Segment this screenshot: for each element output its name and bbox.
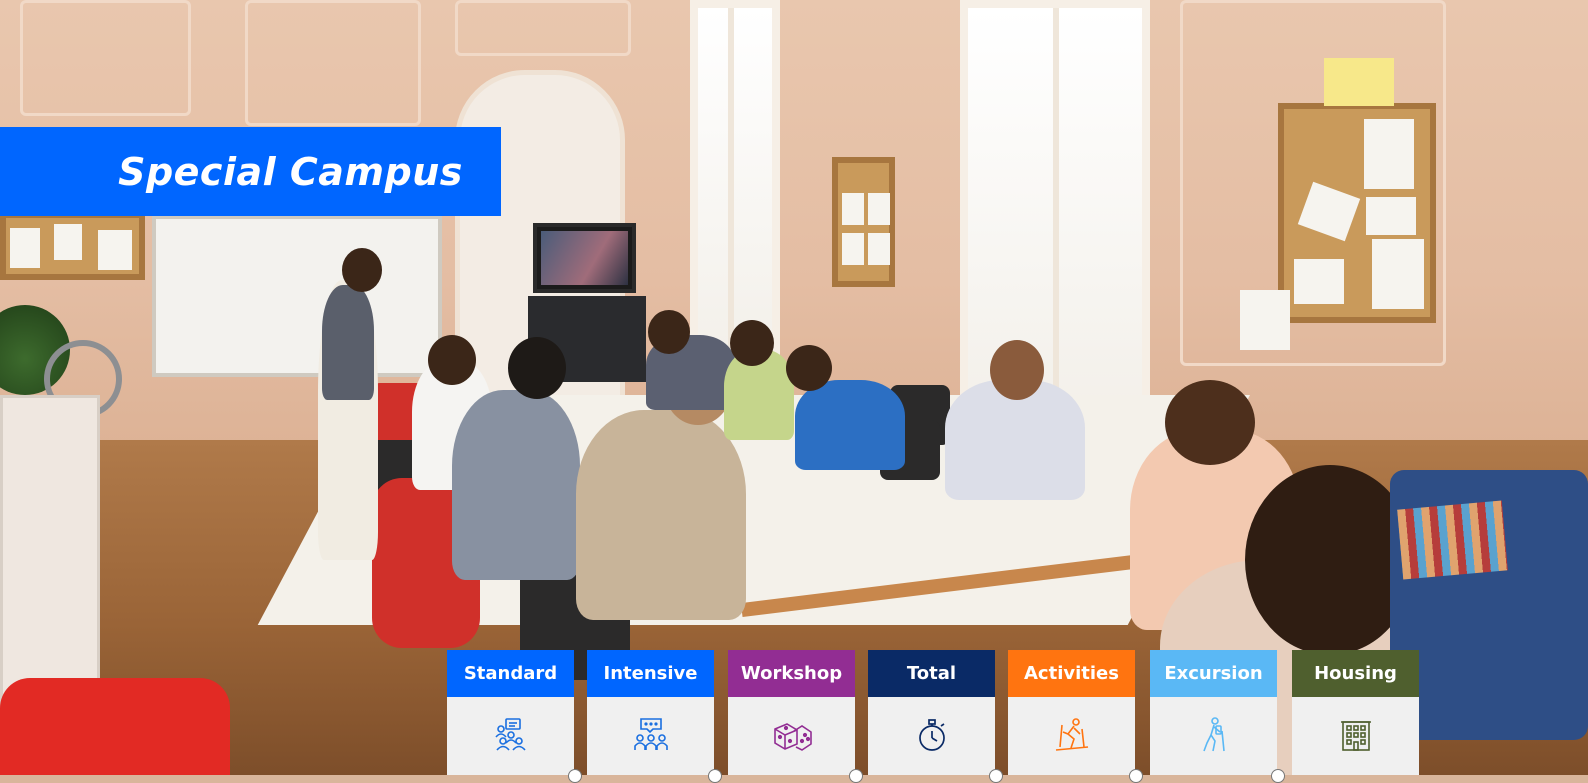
course-card-label: Intensive <box>587 650 714 697</box>
course-card-body <box>1008 697 1135 775</box>
course-card-activities[interactable]: Activities <box>1008 650 1143 783</box>
course-card-body <box>587 697 714 775</box>
course-card-total[interactable]: Total <box>868 650 1003 783</box>
expand-indicator[interactable] <box>989 769 1003 783</box>
group-chat-icon <box>633 718 668 750</box>
expand-indicator[interactable] <box>849 769 863 783</box>
course-card-label: Activities <box>1008 650 1135 697</box>
stopwatch-icon <box>918 719 945 751</box>
course-card-excursion[interactable]: Excursion <box>1150 650 1285 783</box>
course-card-body <box>1150 697 1277 775</box>
course-card-label: Housing <box>1292 650 1419 697</box>
course-card-label: Workshop <box>728 650 855 697</box>
expand-indicator[interactable] <box>568 769 582 783</box>
course-card-standard[interactable]: Standard <box>447 650 582 783</box>
course-card-label: Total <box>868 650 995 697</box>
course-card-label: Excursion <box>1150 650 1277 697</box>
course-card-body <box>1292 697 1419 775</box>
course-card-workshop[interactable]: Workshop <box>728 650 863 783</box>
course-card-body <box>728 697 855 775</box>
course-card-intensive[interactable]: Intensive <box>587 650 722 783</box>
expand-indicator[interactable] <box>708 769 722 783</box>
expand-indicator[interactable] <box>1129 769 1143 783</box>
hiker-icon <box>1202 717 1225 752</box>
building-icon <box>1340 721 1371 751</box>
course-card-body <box>868 697 995 775</box>
course-card-label: Standard <box>447 650 574 697</box>
title-banner: Special Campus <box>0 127 501 216</box>
course-card-body <box>447 697 574 775</box>
group-presentation-icon <box>494 718 526 751</box>
skiing-icon <box>1055 718 1088 751</box>
expand-indicator[interactable] <box>1271 769 1285 783</box>
page-title: Special Campus <box>118 149 463 194</box>
course-card-housing[interactable]: Housing <box>1292 650 1419 775</box>
dice-icon <box>773 723 812 751</box>
